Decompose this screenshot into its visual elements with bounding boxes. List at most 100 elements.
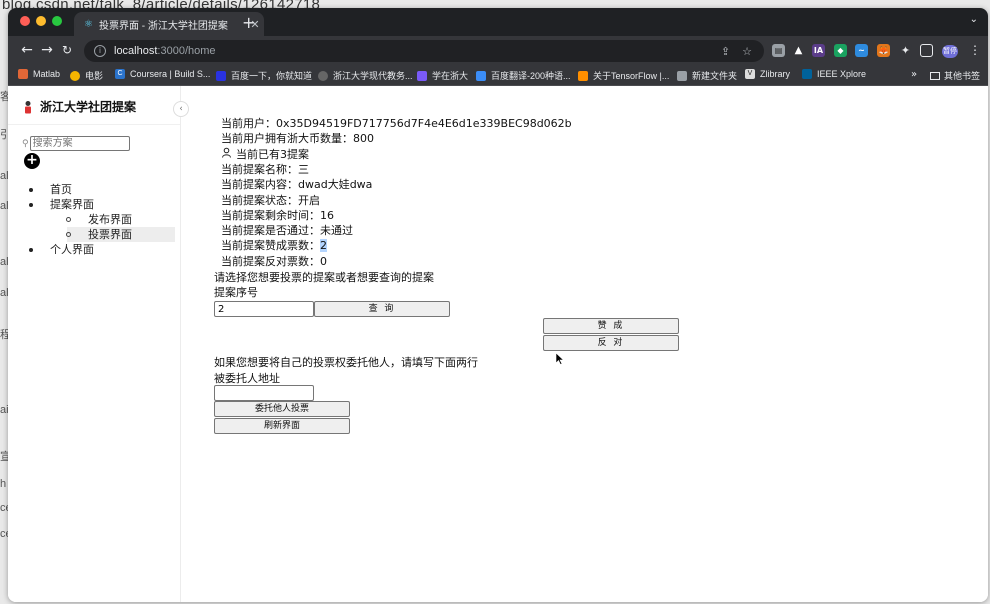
- info-icon[interactable]: i: [94, 45, 106, 57]
- bookmark-star-icon[interactable]: ☆: [742, 45, 752, 58]
- more-bookmarks-icon[interactable]: »: [911, 69, 917, 80]
- sidebar-item-label: 投票界面: [88, 228, 132, 241]
- address-bar[interactable]: i localhost:3000/home ⇪ ☆: [84, 40, 764, 62]
- select-prompt: 请选择您想要投票的提案或者想要查询的提案: [214, 271, 434, 284]
- background-edge-text: al: [0, 200, 9, 212]
- new-tab-button[interactable]: +: [242, 13, 255, 32]
- background-edge-text: ce: [0, 502, 12, 514]
- ieee-icon: [802, 69, 812, 79]
- coursera-icon: C: [115, 69, 125, 79]
- sidebar-toggle-icon[interactable]: [920, 44, 933, 57]
- bookmark-item[interactable]: Matlab: [18, 69, 60, 79]
- globe-icon: [318, 70, 328, 81]
- bullet: [29, 188, 33, 192]
- sidebar-item-proposals[interactable]: 提案界面: [8, 197, 180, 212]
- reload-icon[interactable]: ↻: [58, 42, 76, 58]
- selected-text: 2: [320, 239, 327, 253]
- bullet: [29, 248, 33, 252]
- sidebar-item-label: 发布界面: [88, 213, 132, 226]
- sidebar-item-publish[interactable]: 发布界面: [8, 212, 180, 227]
- sidebar-menu: 首页 提案界面 发布界面 投票界面 个人界面: [8, 182, 180, 257]
- proposal-no-votes: 当前提案反对票数：0: [221, 254, 327, 268]
- folder-icon: [677, 70, 687, 81]
- background-edge-text: 引: [0, 129, 11, 141]
- background-edge-text: ce: [0, 528, 12, 540]
- app-page: 浙江大学社团提案 ‹ ⚲ + 首页 提案界面 发布界面: [8, 86, 988, 602]
- bookmark-item[interactable]: 新建文件夹: [677, 69, 737, 82]
- bookmark-item[interactable]: C Coursera | Build S...: [115, 69, 210, 79]
- forward-icon[interactable]: →: [38, 42, 56, 58]
- profile-avatar[interactable]: 暂停: [942, 45, 958, 58]
- bullet: [66, 217, 71, 222]
- delegate-prompt: 如果您想要将自己的投票权委托他人，请填写下面两行: [214, 356, 478, 369]
- app-title: 浙江大学社团提案: [40, 100, 137, 114]
- share-icon[interactable]: ⇪: [721, 45, 730, 58]
- tab-strip: ⚛ 投票界面 - 浙江大学社团提案 ✕ + ⌄: [8, 8, 988, 36]
- proposal-count: 当前已有3提案: [221, 147, 309, 162]
- folder-icon: [930, 71, 940, 80]
- sidebar-item-vote[interactable]: 投票界面: [8, 227, 180, 242]
- browser-toolbar: ← → ↻ i localhost:3000/home ⇪ ☆ ▤ ▲ IA ◆…: [8, 36, 988, 66]
- zlibrary-icon: V: [745, 69, 755, 79]
- collapse-sidebar-icon[interactable]: ‹: [173, 101, 189, 117]
- chevron-down-icon[interactable]: ⌄: [970, 14, 978, 25]
- drive-icon[interactable]: ▲: [792, 44, 805, 57]
- app-logo[interactable]: 浙江大学社团提案: [22, 98, 136, 115]
- background-edge-text: al: [0, 287, 9, 299]
- delegate-label: 被委托人地址: [214, 372, 280, 385]
- search-input[interactable]: [29, 136, 130, 151]
- approve-button[interactable]: 赞 成: [543, 318, 679, 334]
- sidebar: 浙江大学社团提案 ‹ ⚲ + 首页 提案界面 发布界面: [8, 86, 189, 602]
- logo-icon: [25, 100, 31, 113]
- background-edge-text: al: [0, 256, 9, 268]
- user-balance: 当前用户拥有浙大币数量：800: [221, 132, 374, 146]
- bookmark-item[interactable]: 学在浙大: [417, 69, 468, 82]
- window-zoom-button[interactable]: [52, 16, 62, 26]
- window-close-button[interactable]: [20, 16, 30, 26]
- reader-icon[interactable]: ▤: [772, 44, 785, 57]
- sidebar-item-home[interactable]: 首页: [8, 182, 180, 197]
- back-icon[interactable]: ←: [18, 42, 36, 58]
- add-proposal-button[interactable]: +: [24, 153, 40, 169]
- background-edge-text: h: [0, 478, 7, 490]
- query-button[interactable]: 查 询: [314, 301, 450, 317]
- more-menu-icon[interactable]: ⋮: [969, 43, 981, 57]
- background-edge-text: 客: [0, 91, 11, 103]
- oppose-button[interactable]: 反 对: [543, 335, 679, 351]
- background-edge-text: al: [0, 170, 9, 182]
- ia-extension-icon[interactable]: IA: [812, 44, 825, 57]
- proposal-index-input[interactable]: [214, 301, 314, 317]
- proposal-remaining-time: 当前提案剩余时间：16: [221, 208, 334, 222]
- sidebar-item-label: 个人界面: [50, 243, 94, 256]
- user-address: 0x35D94519FD717756d7F4e4E6d1e339BEC98d06…: [276, 117, 572, 130]
- translate-extension-icon[interactable]: ~: [855, 44, 868, 57]
- translate-icon: [476, 70, 486, 81]
- bookmark-item[interactable]: V Zlibrary: [745, 69, 790, 79]
- sidebar-item-personal[interactable]: 个人界面: [8, 242, 180, 257]
- address-url[interactable]: localhost:3000/home: [114, 45, 721, 57]
- shield-icon[interactable]: ◆: [834, 44, 847, 57]
- matlab-icon: [18, 69, 28, 79]
- proposal-status: 当前提案状态：开启: [221, 193, 320, 207]
- bookmark-item[interactable]: 百度一下，你就知道: [216, 69, 312, 82]
- tab-active[interactable]: ⚛ 投票界面 - 浙江大学社团提案 ✕: [74, 12, 264, 36]
- background-edge-text: ai: [0, 404, 9, 416]
- bookmark-item[interactable]: 百度翻译-200种语...: [476, 69, 571, 82]
- extensions-puzzle-icon[interactable]: ✦: [899, 44, 912, 57]
- bookmark-item[interactable]: IEEE Xplore: [802, 69, 866, 79]
- divider: [8, 124, 180, 125]
- bookmark-item[interactable]: 电影: [70, 69, 103, 82]
- movie-icon: [70, 70, 80, 81]
- bookmark-item[interactable]: 关于TensorFlow |...: [578, 69, 669, 82]
- background-edge-text: 宣: [0, 451, 11, 463]
- delegate-button[interactable]: 委托他人投票: [214, 401, 350, 417]
- window-minimize-button[interactable]: [36, 16, 46, 26]
- bullet: [66, 232, 71, 237]
- metamask-icon[interactable]: 🦊: [877, 44, 890, 57]
- tab-title: 投票界面 - 浙江大学社团提案: [98, 20, 228, 32]
- refresh-button[interactable]: 刷新界面: [214, 418, 350, 434]
- delegate-address-input[interactable]: [214, 385, 314, 401]
- tensorflow-icon: [578, 70, 588, 81]
- other-bookmarks[interactable]: 其他书签: [930, 69, 980, 82]
- bookmark-item[interactable]: 浙江大学现代教务...: [318, 69, 413, 82]
